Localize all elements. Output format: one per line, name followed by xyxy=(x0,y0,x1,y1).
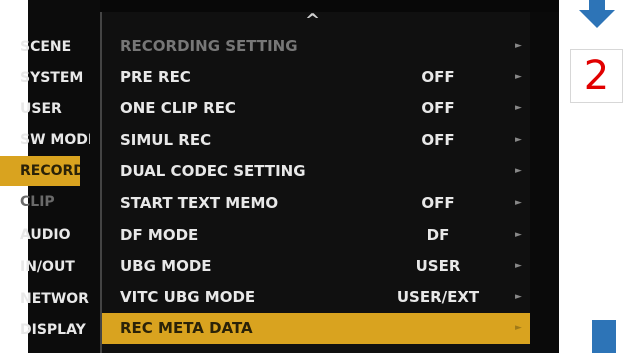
main-menu-item-scene[interactable]: SCENE xyxy=(20,32,90,62)
row-label: DF MODE xyxy=(120,226,199,244)
submenu-row-rec-meta-data[interactable]: REC META DATA ► xyxy=(102,313,530,344)
chevron-right-icon: ► xyxy=(515,261,522,271)
chevron-right-icon: ► xyxy=(515,230,522,240)
scroll-up-icon[interactable]: ^ xyxy=(305,12,320,30)
submenu-row-ubg-mode[interactable]: UBG MODE USER ► xyxy=(102,251,530,282)
main-menu-item-user[interactable]: USER xyxy=(20,94,90,124)
submenu-row-df-mode[interactable]: DF MODE DF ► xyxy=(102,220,530,251)
main-menu-item-network[interactable]: NETWORK xyxy=(20,284,90,314)
row-label: PRE REC xyxy=(120,68,191,86)
main-menu-item-recording[interactable]: RECORDING xyxy=(0,156,80,186)
row-value: OFF xyxy=(421,99,455,117)
row-value: DF xyxy=(426,226,450,244)
row-label: DUAL CODEC SETTING xyxy=(120,162,306,180)
submenu-row-simul-rec[interactable]: SIMUL REC OFF ► xyxy=(102,125,530,156)
row-label: UBG MODE xyxy=(120,257,212,275)
row-value: USER/EXT xyxy=(396,288,480,306)
row-label: ONE CLIP REC xyxy=(120,99,236,117)
submenu-row-start-text-memo[interactable]: START TEXT MEMO OFF ► xyxy=(102,188,530,219)
row-value: OFF xyxy=(421,131,455,149)
step-number-badge: 2 xyxy=(570,49,623,103)
chevron-right-icon: ► xyxy=(515,292,522,302)
row-label: START TEXT MEMO xyxy=(120,194,279,212)
row-value: OFF xyxy=(421,194,455,212)
chevron-right-icon: ► xyxy=(515,323,522,333)
row-label: RECORDING SETTING xyxy=(120,37,298,55)
main-menu-item-system[interactable]: SYSTEM xyxy=(20,63,90,93)
row-label: SIMUL REC xyxy=(120,131,212,149)
blue-marker xyxy=(592,320,616,353)
submenu-row-dual-codec-setting[interactable]: DUAL CODEC SETTING ► xyxy=(102,156,530,187)
submenu-row-vitc-ubg-mode[interactable]: VITC UBG MODE USER/EXT ► xyxy=(102,282,530,313)
scroll-indicator-column xyxy=(530,12,559,353)
submenu-row-recording-setting: RECORDING SETTING ► xyxy=(102,31,530,62)
row-value: OFF xyxy=(421,68,455,86)
main-menu-item-in-out[interactable]: IN/OUT xyxy=(20,252,90,282)
main-menu-item-clip: CLIP xyxy=(20,194,55,210)
chevron-right-icon: ► xyxy=(515,41,522,51)
chevron-right-icon: ► xyxy=(515,166,522,176)
row-label: REC META DATA xyxy=(120,319,253,337)
chevron-right-icon: ► xyxy=(515,72,522,82)
chevron-right-icon: ► xyxy=(515,135,522,145)
main-menu-item-display[interactable]: DISPLAY xyxy=(20,315,90,345)
chevron-right-icon: ► xyxy=(515,103,522,113)
chevron-right-icon: ► xyxy=(515,198,522,208)
submenu-row-pre-rec[interactable]: PRE REC OFF ► xyxy=(102,62,530,93)
row-value: USER xyxy=(415,257,461,275)
row-label: VITC UBG MODE xyxy=(120,288,256,306)
main-menu-item-audio[interactable]: AUDIO xyxy=(20,220,90,250)
submenu-row-one-clip-rec[interactable]: ONE CLIP REC OFF ► xyxy=(102,93,530,124)
down-arrow-icon xyxy=(579,0,615,28)
main-menu-item-sw-mode[interactable]: SW MODE xyxy=(20,125,90,155)
